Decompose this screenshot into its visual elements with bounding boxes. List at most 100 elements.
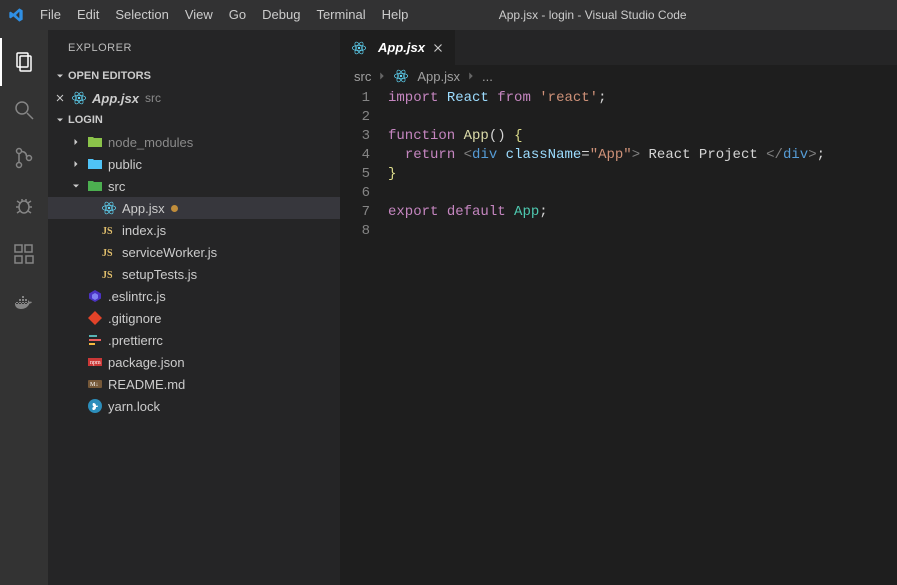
file-package.json[interactable]: npm package.json <box>48 351 340 373</box>
file-tree: node_modulespublicsrcApp.jsxJSindex.jsJS… <box>48 131 340 417</box>
eslint-icon <box>86 288 104 304</box>
activity-explorer[interactable] <box>0 38 48 86</box>
prettier-icon <box>86 332 104 348</box>
file-index.js[interactable]: JS index.js <box>48 219 340 241</box>
menu-selection[interactable]: Selection <box>107 0 176 30</box>
open-editors-label: OPEN EDITORS <box>68 70 151 82</box>
folder-header[interactable]: LOGIN <box>48 109 340 131</box>
file-.prettierrc[interactable]: .prettierrc <box>48 329 340 351</box>
chevron-down-icon <box>52 70 68 82</box>
menu-view[interactable]: View <box>177 0 221 30</box>
svg-text:M↓: M↓ <box>90 382 98 388</box>
menu-bar: FileEditSelectionViewGoDebugTerminalHelp <box>32 0 416 30</box>
svg-text:npm: npm <box>90 360 101 366</box>
close-icon[interactable] <box>54 92 70 104</box>
yarn-icon <box>86 398 104 414</box>
react-icon <box>70 90 88 106</box>
git-icon <box>86 310 104 326</box>
code-line[interactable]: } <box>388 165 897 184</box>
react-icon <box>350 40 368 56</box>
file-serviceWorker.js[interactable]: JS serviceWorker.js <box>48 241 340 263</box>
sidebar-title: EXPLORER <box>48 30 340 65</box>
tree-item-label: setupTests.js <box>122 267 197 282</box>
line-number: 3 <box>340 127 370 146</box>
line-gutter: 12345678 <box>340 89 388 585</box>
menu-file[interactable]: File <box>32 0 69 30</box>
folder-src[interactable]: src <box>48 175 340 197</box>
code-line[interactable]: import React from 'react'; <box>388 89 897 108</box>
activity-debug[interactable] <box>0 182 48 230</box>
tree-item-label: App.jsx <box>122 201 165 216</box>
tree-item-label: serviceWorker.js <box>122 245 217 260</box>
menu-go[interactable]: Go <box>221 0 254 30</box>
tree-item-label: yarn.lock <box>108 399 160 414</box>
file-README.md[interactable]: M↓ README.md <box>48 373 340 395</box>
menu-debug[interactable]: Debug <box>254 0 308 30</box>
close-icon[interactable] <box>431 41 445 55</box>
modified-indicator <box>171 205 178 212</box>
react-icon <box>393 68 409 84</box>
title-bar: FileEditSelectionViewGoDebugTerminalHelp… <box>0 0 897 30</box>
open-editor-item[interactable]: App.jsxsrc <box>48 87 340 109</box>
line-number: 1 <box>340 89 370 108</box>
js-icon: JS <box>100 222 118 238</box>
code-content[interactable]: import React from 'react'; function App(… <box>388 89 897 585</box>
svg-text:JS: JS <box>102 226 113 237</box>
code-line[interactable] <box>388 184 897 203</box>
code-editor[interactable]: 12345678 import React from 'react'; func… <box>340 87 897 585</box>
tree-item-label: README.md <box>108 377 185 392</box>
explorer-sidebar: EXPLORER OPEN EDITORS App.jsxsrc LOGIN n… <box>48 30 340 585</box>
folder-src-icon <box>86 178 104 194</box>
open-editors-list: App.jsxsrc <box>48 87 340 109</box>
line-number: 5 <box>340 165 370 184</box>
file-App.jsx[interactable]: App.jsx <box>48 197 340 219</box>
code-line[interactable]: export default App; <box>388 203 897 222</box>
activity-search[interactable] <box>0 86 48 134</box>
tree-item-label: src <box>108 179 125 194</box>
chevron-down-icon <box>52 114 68 126</box>
vscode-logo-icon <box>8 7 24 23</box>
line-number: 6 <box>340 184 370 203</box>
file-setupTests.js[interactable]: JSsetupTests.js <box>48 263 340 285</box>
js-icon: JS <box>100 244 118 260</box>
chevron-right-icon <box>70 158 86 170</box>
npm-icon: npm <box>86 354 104 370</box>
tree-item-label: index.js <box>122 223 166 238</box>
line-number: 2 <box>340 108 370 127</box>
menu-edit[interactable]: Edit <box>69 0 107 30</box>
code-line[interactable] <box>388 108 897 127</box>
menu-help[interactable]: Help <box>374 0 417 30</box>
breadcrumb-item[interactable]: ... <box>482 69 493 84</box>
md-icon: M↓ <box>86 376 104 392</box>
chevron-down-icon <box>70 180 86 192</box>
folder-label: LOGIN <box>68 114 103 126</box>
open-editor-path: src <box>145 91 161 105</box>
breadcrumb-item[interactable]: src <box>354 69 371 84</box>
react-icon <box>100 200 118 216</box>
editor-tabs: App.jsx <box>340 30 897 65</box>
tree-item-label: package.json <box>108 355 185 370</box>
menu-terminal[interactable]: Terminal <box>308 0 373 30</box>
activity-scm[interactable] <box>0 134 48 182</box>
file-.gitignore[interactable]: .gitignore <box>48 307 340 329</box>
tree-item-label: .gitignore <box>108 311 161 326</box>
line-number: 7 <box>340 203 370 222</box>
file-yarn.lock[interactable]: yarn.lock <box>48 395 340 417</box>
folder-public[interactable]: public <box>48 153 340 175</box>
folder-node-icon <box>86 134 104 150</box>
editor-area: App.jsx src App.jsx... 12345678 import Re… <box>340 30 897 585</box>
activity-bar <box>0 30 48 585</box>
code-line[interactable] <box>388 222 897 241</box>
tab-app-jsx[interactable]: App.jsx <box>340 30 456 65</box>
code-line[interactable]: return <div className="App"> React Proje… <box>388 146 897 165</box>
activity-extensions[interactable] <box>0 230 48 278</box>
chevron-right-icon <box>375 69 389 83</box>
folder-node_modules[interactable]: node_modules <box>48 131 340 153</box>
breadcrumbs[interactable]: src App.jsx... <box>340 65 897 87</box>
file-.eslintrc.js[interactable]: .eslintrc.js <box>48 285 340 307</box>
tree-item-label: .eslintrc.js <box>108 289 166 304</box>
code-line[interactable]: function App() { <box>388 127 897 146</box>
breadcrumb-item[interactable]: App.jsx <box>417 69 460 84</box>
open-editors-header[interactable]: OPEN EDITORS <box>48 65 340 87</box>
activity-docker[interactable] <box>0 278 48 326</box>
